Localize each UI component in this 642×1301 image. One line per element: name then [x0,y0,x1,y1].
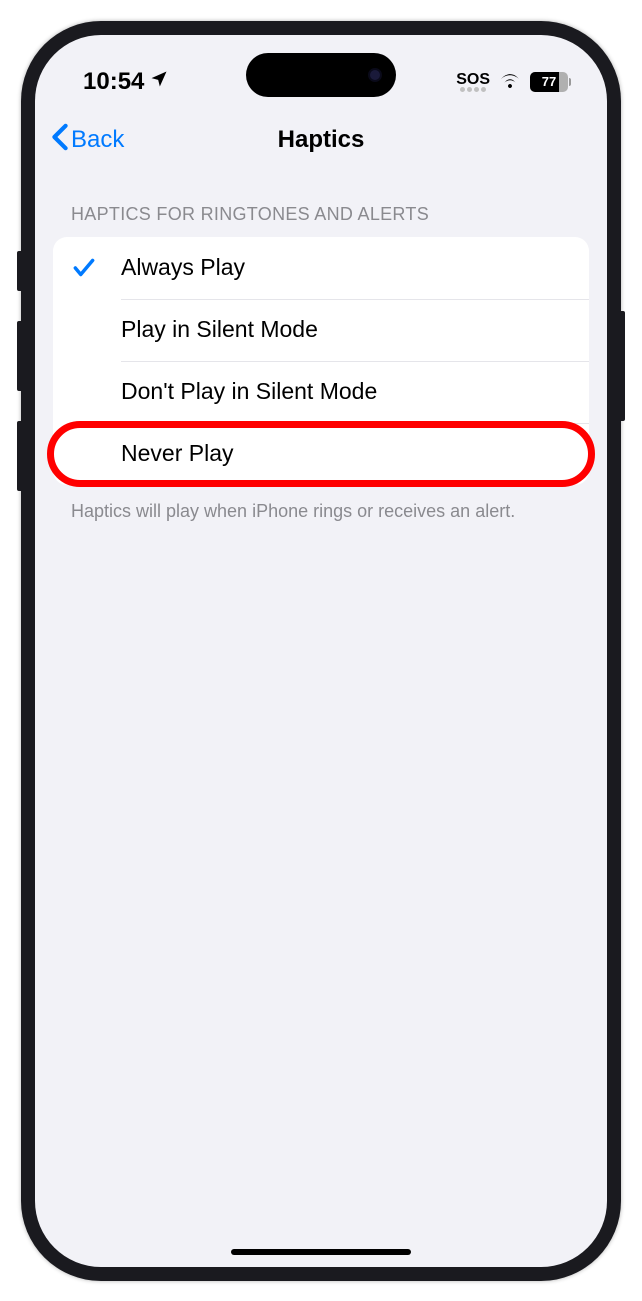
option-dont-play-in-silent[interactable]: Don't Play in Silent Mode [53,361,589,423]
checkmark-icon [71,255,121,281]
back-button[interactable]: Back [51,123,124,158]
dynamic-island [246,53,396,97]
battery-indicator: 77 [530,72,571,92]
sos-indicator: SOS [456,71,490,92]
section-header: HAPTICS FOR RINGTONES AND ALERTS [53,204,589,237]
page-title: Haptics [278,126,365,154]
options-list: Always Play Play in Silent Mode Don't Pl… [53,237,589,485]
status-left: 10:54 [83,68,169,96]
side-buttons-right [621,311,625,421]
option-always-play[interactable]: Always Play [53,237,589,299]
front-camera [368,68,382,82]
option-label: Play in Silent Mode [121,316,318,343]
screen: 10:54 SOS 77 [35,35,607,1267]
section-footer: Haptics will play when iPhone rings or r… [53,485,589,524]
option-never-play[interactable]: Never Play [53,423,589,485]
content: HAPTICS FOR RINGTONES AND ALERTS Always … [35,176,607,524]
back-label: Back [71,126,124,154]
home-indicator[interactable] [231,1249,411,1255]
option-label: Never Play [121,440,233,467]
nav-bar: Back Haptics [35,105,607,176]
status-time: 10:54 [83,68,144,96]
wifi-icon [498,70,522,93]
phone-frame: 10:54 SOS 77 [21,21,621,1281]
side-buttons-left [17,251,21,521]
status-right: SOS 77 [456,70,571,93]
option-label: Don't Play in Silent Mode [121,378,377,405]
chevron-left-icon [51,123,69,158]
location-icon [149,69,169,95]
option-label: Always Play [121,254,245,281]
option-play-in-silent[interactable]: Play in Silent Mode [53,299,589,361]
